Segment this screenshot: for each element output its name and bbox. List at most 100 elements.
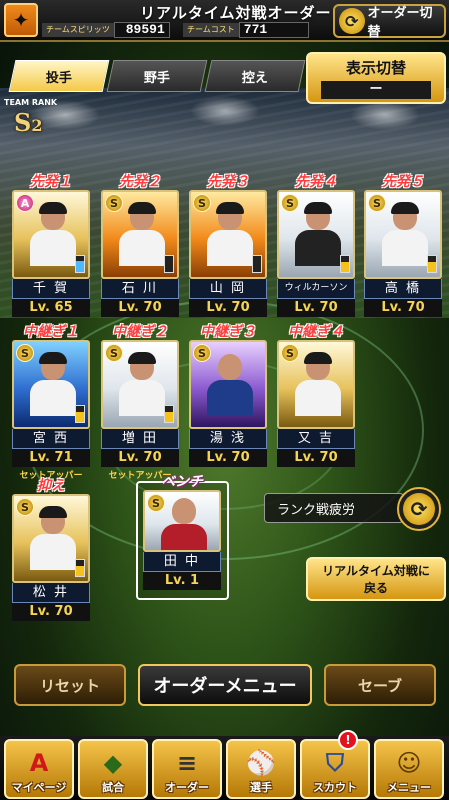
return-line-2: 戻る bbox=[363, 581, 388, 595]
player-card[interactable]: S bbox=[101, 340, 179, 429]
team-cost-label: チームコスト bbox=[183, 23, 239, 37]
player-level: Lv. 70 bbox=[364, 299, 442, 317]
order-menu-button[interactable]: オーダーメニュー bbox=[138, 664, 312, 706]
rarity-s-icon: S bbox=[281, 344, 299, 362]
rank-fatigue-toggle-button[interactable]: ⟳ bbox=[397, 487, 441, 531]
rarity-a-icon: A bbox=[16, 194, 34, 212]
player-portrait bbox=[117, 202, 167, 266]
condition-bar bbox=[164, 405, 174, 423]
slot-role-label: 先発１ bbox=[30, 174, 72, 190]
bench-slot[interactable]: ベンチ S 田 中 Lv. 1 bbox=[143, 474, 221, 590]
nav-match-label: 試合 bbox=[102, 781, 124, 794]
player-portrait bbox=[28, 506, 78, 570]
team-spirit-value: 89591 bbox=[113, 22, 170, 38]
nav-menu-label: メニュー bbox=[387, 781, 431, 794]
player-card[interactable]: A bbox=[12, 190, 90, 279]
save-button[interactable]: セーブ bbox=[324, 664, 436, 706]
reset-button[interactable]: リセット bbox=[14, 664, 126, 706]
nav-match[interactable]: ◆ 試合 bbox=[78, 739, 148, 799]
diamond-field-icon: ◆ bbox=[103, 749, 123, 777]
player-card[interactable]: S bbox=[277, 340, 355, 429]
player-card[interactable]: S bbox=[189, 340, 267, 429]
rarity-s-icon: S bbox=[16, 344, 34, 362]
tab-reserve[interactable]: 控え bbox=[204, 60, 306, 92]
reliever-slot-1[interactable]: 中継ぎ１ S 宮 西 Lv. 71 セットアッパー bbox=[12, 324, 90, 481]
player-card[interactable]: S bbox=[12, 494, 90, 583]
slot-role-label: ベンチ bbox=[161, 474, 203, 490]
condition-bar bbox=[75, 255, 85, 273]
player-card[interactable]: S bbox=[101, 190, 179, 279]
team-rank-letter: S bbox=[14, 108, 32, 137]
tab-pitcher[interactable]: 投手 bbox=[8, 60, 110, 92]
reliever-slot-4[interactable]: 中継ぎ４ S 又 吉 Lv. 70 bbox=[277, 324, 355, 467]
nav-scout-label: スカウト bbox=[313, 781, 357, 794]
player-portrait bbox=[28, 352, 78, 416]
player-card[interactable]: S bbox=[277, 190, 355, 279]
display-toggle-label: 表示切替 bbox=[345, 59, 406, 77]
team-logo: ✦ bbox=[4, 3, 38, 37]
nav-mypage[interactable]: A マイページ bbox=[4, 739, 74, 799]
rarity-s-icon: S bbox=[147, 494, 165, 512]
rank-fatigue-label: ランク戦疲労 bbox=[264, 493, 404, 523]
player-level: Lv. 71 bbox=[12, 449, 90, 467]
rarity-s-icon: S bbox=[193, 344, 211, 362]
player-card[interactable]: S bbox=[189, 190, 267, 279]
tab-fielder[interactable]: 野手 bbox=[106, 60, 208, 92]
tab-fielder-label: 野手 bbox=[143, 70, 170, 86]
cycle-icon: ⟳ bbox=[403, 493, 435, 525]
player-name: 高 橋 bbox=[364, 279, 442, 299]
nav-order[interactable]: ≡ オーダー bbox=[152, 739, 222, 799]
player-level: Lv. 70 bbox=[277, 299, 355, 317]
order-swap-label: オーダー切替 bbox=[367, 6, 433, 40]
condition-bar bbox=[340, 255, 350, 273]
team-rank-badge: S2 bbox=[14, 108, 42, 137]
slot-role-label: 中継ぎ１ bbox=[23, 324, 79, 340]
starter-slot-1[interactable]: 先発１ A 千 賀 Lv. 65 bbox=[12, 174, 90, 317]
rarity-s-icon: S bbox=[368, 194, 386, 212]
return-to-realtime-button[interactable]: リアルタイム対戦に 戻る bbox=[306, 557, 446, 601]
starter-slot-3[interactable]: 先発３ S 山 岡 Lv. 70 bbox=[189, 174, 267, 317]
nav-order-label: オーダー bbox=[165, 781, 209, 794]
condition-bar bbox=[164, 255, 174, 273]
player-level: Lv. 1 bbox=[143, 572, 221, 590]
player-level: Lv. 70 bbox=[189, 299, 267, 317]
player-level: Lv. 70 bbox=[101, 449, 179, 467]
reliever-slot-2[interactable]: 中継ぎ２ S 増 田 Lv. 70 セットアッパー bbox=[101, 324, 179, 481]
slot-role-label: 先発３ bbox=[207, 174, 249, 190]
team-rank-label: TEAM RANK bbox=[4, 98, 58, 107]
order-swap-button[interactable]: ⟳ オーダー切替 bbox=[333, 4, 446, 40]
player-name: 山 岡 bbox=[189, 279, 267, 299]
player-card[interactable]: S bbox=[12, 340, 90, 429]
player-portrait bbox=[117, 352, 167, 416]
nav-mypage-label: マイページ bbox=[11, 781, 67, 794]
condition-bar bbox=[252, 255, 262, 273]
starter-slot-2[interactable]: 先発２ S 石 川 Lv. 70 bbox=[101, 174, 179, 317]
reliever-slot-3[interactable]: 中継ぎ３ S 湯 浅 Lv. 70 bbox=[189, 324, 267, 467]
player-name: ウィルカーソン bbox=[277, 279, 355, 299]
rarity-s-icon: S bbox=[16, 498, 34, 516]
cycle-icon: ⟳ bbox=[339, 8, 365, 34]
slot-role-label: 抑え bbox=[37, 478, 65, 494]
nav-players[interactable]: ⚾ 選手 bbox=[226, 739, 296, 799]
player-card[interactable]: S bbox=[364, 190, 442, 279]
player-card[interactable]: S bbox=[143, 490, 221, 552]
closer-slot[interactable]: 抑え S 松 井 Lv. 70 bbox=[12, 478, 90, 621]
nav-menu[interactable]: ☺ メニュー bbox=[374, 739, 444, 799]
starter-slot-4[interactable]: 先発４ S ウィルカーソン Lv. 70 bbox=[277, 174, 355, 317]
nav-scout[interactable]: ⛉ スカウト bbox=[300, 739, 370, 799]
slot-role-label: 中継ぎ３ bbox=[200, 324, 256, 340]
starter-slot-5[interactable]: 先発５ S 高 橋 Lv. 70 bbox=[364, 174, 442, 317]
menu-character-icon: ☺ bbox=[396, 749, 422, 777]
player-portrait bbox=[205, 352, 255, 416]
player-level: Lv. 70 bbox=[101, 299, 179, 317]
player-name: 増 田 bbox=[101, 429, 179, 449]
tab-pitcher-label: 投手 bbox=[45, 70, 72, 86]
player-name: 湯 浅 bbox=[189, 429, 267, 449]
team-cost-stat: チームコスト 771 bbox=[183, 22, 309, 38]
rarity-s-icon: S bbox=[105, 344, 123, 362]
player-level: Lv. 70 bbox=[277, 449, 355, 467]
display-toggle-button[interactable]: 表示切替 ー bbox=[306, 52, 446, 104]
slot-role-label: 中継ぎ２ bbox=[112, 324, 168, 340]
rarity-s-icon: S bbox=[105, 194, 123, 212]
nav-players-label: 選手 bbox=[250, 781, 272, 794]
